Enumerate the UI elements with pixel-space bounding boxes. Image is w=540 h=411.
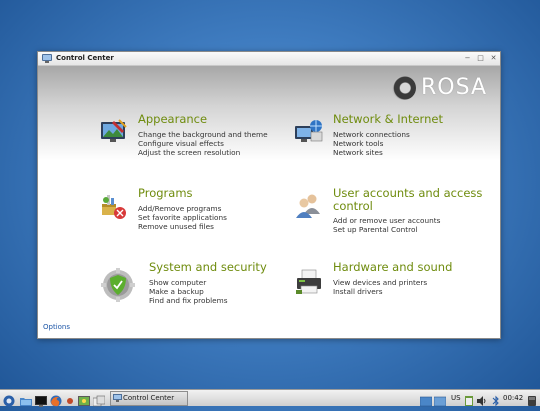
start-menu-icon[interactable] <box>3 392 15 407</box>
volume-icon[interactable] <box>476 392 488 406</box>
appearance-heading[interactable]: Appearance <box>138 113 207 126</box>
programs-links: Add/Remove programs Set favorite applica… <box>138 204 227 231</box>
workspace-2-icon[interactable] <box>433 392 447 407</box>
hardware-sound-heading[interactable]: Hardware and sound <box>333 261 452 274</box>
show-desktop-icon[interactable] <box>92 392 106 407</box>
taskbar-control-center-button[interactable]: Control Center <box>110 391 188 406</box>
security-shield-icon[interactable] <box>101 268 135 302</box>
network-icon[interactable] <box>295 118 323 146</box>
keyboard-layout-indicator[interactable]: US <box>451 391 461 405</box>
network-links: Network connections Network tools Networ… <box>333 130 410 157</box>
network-sites-link[interactable]: Network sites <box>333 148 410 157</box>
rosa-logo: ROSA <box>390 72 494 104</box>
bluetooth-icon[interactable] <box>490 392 502 407</box>
appearance-icon[interactable] <box>100 118 128 146</box>
window-titlebar[interactable]: Control Center − □ ✕ <box>38 52 500 66</box>
power-icon[interactable] <box>526 392 538 406</box>
firefox-icon[interactable] <box>50 392 62 407</box>
remove-unused-files-link[interactable]: Remove unused files <box>138 222 227 231</box>
options-link[interactable]: Options <box>43 323 70 331</box>
network-connections-link[interactable]: Network connections <box>333 130 410 139</box>
add-remove-programs-link[interactable]: Add/Remove programs <box>138 204 227 213</box>
user-accounts-links: Add or remove user accounts Set up Paren… <box>333 216 440 234</box>
image-viewer-icon[interactable] <box>78 392 90 406</box>
workspace-1-icon[interactable] <box>419 392 433 407</box>
user-accounts-heading-line2: control <box>333 199 373 213</box>
find-fix-problems-link[interactable]: Find and fix problems <box>149 296 228 305</box>
make-backup-link[interactable]: Make a backup <box>149 287 228 296</box>
install-drivers-link[interactable]: Install drivers <box>333 287 427 296</box>
control-center-content: ROSA Appearance Change the background an… <box>38 66 500 338</box>
change-background-link[interactable]: Change the background and theme <box>138 130 268 139</box>
screen-resolution-link[interactable]: Adjust the screen resolution <box>138 148 268 157</box>
appearance-links: Change the background and theme Configur… <box>138 130 268 157</box>
taskbar: Control Center US 00:42 <box>0 389 540 407</box>
user-accounts-heading[interactable]: User accounts and access control <box>333 187 482 213</box>
window-title: Control Center <box>56 54 114 62</box>
devices-printers-link[interactable]: View devices and printers <box>333 278 427 287</box>
network-heading[interactable]: Network & Internet <box>333 113 443 126</box>
network-tools-link[interactable]: Network tools <box>333 139 410 148</box>
rosa-logo-disc-icon <box>392 76 416 100</box>
programs-heading[interactable]: Programs <box>138 187 193 200</box>
parental-control-link[interactable]: Set up Parental Control <box>333 225 440 234</box>
user-accounts-icon[interactable] <box>295 192 323 220</box>
programs-icon[interactable] <box>100 192 128 220</box>
hardware-sound-links: View devices and printers Install driver… <box>333 278 427 296</box>
maximize-icon[interactable]: □ <box>475 52 486 65</box>
control-center-app-icon <box>42 54 52 63</box>
taskbar-task-label: Control Center <box>123 394 175 402</box>
system-security-heading[interactable]: System and security <box>149 261 267 274</box>
system-security-links: Show computer Make a backup Find and fix… <box>149 278 228 305</box>
show-computer-link[interactable]: Show computer <box>149 278 228 287</box>
close-icon[interactable]: ✕ <box>488 52 499 65</box>
printer-icon[interactable] <box>295 268 323 296</box>
clipboard-icon[interactable] <box>463 392 475 406</box>
control-center-app-icon <box>113 394 122 408</box>
minimize-icon[interactable]: − <box>462 52 473 65</box>
visual-effects-link[interactable]: Configure visual effects <box>138 139 268 148</box>
control-center-window: Control Center − □ ✕ ROSA Appearance Cha… <box>37 51 501 339</box>
terminal-icon[interactable] <box>35 392 47 407</box>
clock[interactable]: 00:42 <box>503 391 523 405</box>
firefox-icon[interactable] <box>64 392 76 404</box>
rosa-logo-text: ROSA <box>421 75 488 100</box>
file-manager-icon[interactable] <box>20 392 32 406</box>
add-remove-accounts-link[interactable]: Add or remove user accounts <box>333 216 440 225</box>
favorite-applications-link[interactable]: Set favorite applications <box>138 213 227 222</box>
